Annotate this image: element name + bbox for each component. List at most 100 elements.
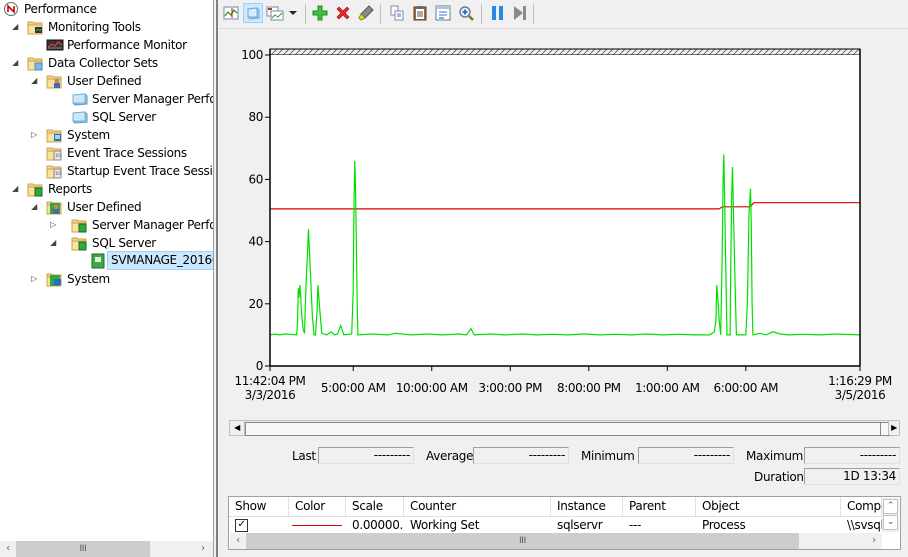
zoom-icon	[459, 6, 474, 21]
minimum-value: ---------	[638, 447, 734, 464]
x-tick-label: 10:00:00 AM	[396, 381, 468, 395]
toolbar-separator	[481, 4, 482, 24]
expand-arrow-icon[interactable]: ▷	[30, 270, 38, 288]
timeline-left-arrow-icon[interactable]: ◀	[230, 421, 245, 435]
reports-folder-icon	[27, 181, 43, 197]
monitoring-tools-folder-icon	[27, 19, 43, 35]
view-current-activity-button[interactable]	[221, 3, 241, 23]
legend-scroll-left-icon[interactable]: ‹	[230, 533, 246, 549]
column-header-instance[interactable]: Instance	[551, 497, 623, 516]
tree-item[interactable]: ◢ SQL Server	[0, 234, 213, 252]
properties-icon	[435, 5, 451, 21]
counter-legend[interactable]: Show Color Scale Counter Instance Parent…	[228, 496, 901, 550]
timeline-right-arrow-icon[interactable]: ▶	[888, 421, 899, 435]
tree-item[interactable]: 101 Startup Event Trace Sessions	[0, 162, 213, 180]
system-reports-icon	[46, 271, 62, 287]
row-computer: \\svsql	[847, 518, 882, 532]
collapse-arrow-icon[interactable]: ◢	[49, 234, 57, 252]
properties-button[interactable]	[433, 3, 453, 23]
column-header-counter[interactable]: Counter	[404, 497, 551, 516]
log-data-icon	[247, 7, 260, 20]
svg-text:101: 101	[55, 171, 62, 176]
average-value: ---------	[473, 447, 569, 464]
graph-type-dropdown-button[interactable]	[287, 3, 299, 23]
tree-item[interactable]: ◢ User Defined	[0, 72, 213, 90]
column-header-object[interactable]: Object	[696, 497, 841, 516]
tree-item[interactable]: Performance Monitor	[0, 36, 213, 54]
x-tick-label: 1:00:00 AM	[635, 381, 700, 395]
tree-item[interactable]: ◢ User Defined	[0, 198, 213, 216]
tree-item-label: Performance	[24, 2, 97, 16]
highlight-button[interactable]	[356, 3, 376, 23]
data-collector-set-icon	[71, 109, 88, 125]
x-tick-label: 1:16:29 PM	[828, 374, 892, 388]
zoom-button[interactable]	[456, 3, 476, 23]
expand-arrow-icon[interactable]: ▷	[30, 126, 38, 144]
collapse-arrow-icon[interactable]: ◢	[30, 72, 38, 90]
step-forward-icon	[514, 6, 526, 20]
expand-arrow-icon[interactable]: ▷	[49, 216, 57, 234]
column-header-show[interactable]: Show	[229, 497, 289, 516]
tree-item-label: Server Manager Performa	[92, 92, 213, 106]
column-header-parent[interactable]: Parent	[623, 497, 696, 516]
tree-item-label: Monitoring Tools	[48, 20, 141, 34]
show-checkbox[interactable]: ✓	[235, 517, 249, 533]
x-tick-date-label: 3/3/2016	[245, 388, 296, 402]
tree-item[interactable]: ◢ Data Collector Sets	[0, 54, 213, 72]
highlighter-icon	[358, 5, 374, 21]
legend-scroll-right-icon[interactable]: ›	[866, 533, 882, 549]
tree-item[interactable]: ▷ System	[0, 126, 213, 144]
legend-horizontal-scrollbar[interactable]: ‹ III ›	[230, 533, 882, 549]
tree-item[interactable]: ▷ System	[0, 270, 213, 288]
tree-item[interactable]: ◢ Monitoring Tools	[0, 18, 213, 36]
tree-item[interactable]: SQL Server	[0, 108, 213, 126]
minimum-label: Minimum	[581, 449, 635, 463]
legend-scroll-thumb[interactable]: III	[246, 533, 799, 549]
x-tick-date-label: 3/5/2016	[835, 388, 886, 402]
add-counter-button[interactable]	[310, 3, 330, 23]
legend-vertical-scrollbar[interactable]: ⌃ ⌄	[882, 498, 899, 532]
performance-monitor-icon	[46, 37, 64, 53]
tree-item[interactable]: SVMANAGE_20160303	[0, 251, 213, 270]
scroll-right-arrow-icon[interactable]: ›	[195, 541, 211, 557]
event-trace-folder-icon: 101	[46, 163, 63, 179]
duration-value: 1D 13:34	[804, 468, 900, 485]
timeline-range[interactable]	[253, 422, 880, 436]
delete-counter-button[interactable]	[333, 3, 353, 23]
tree-item[interactable]: Performance	[0, 0, 213, 18]
change-graph-type-button[interactable]	[265, 3, 285, 23]
tree-item-label: SVMANAGE_20160303	[107, 251, 213, 270]
scroll-left-arrow-icon[interactable]: ‹	[0, 541, 16, 557]
column-header-scale[interactable]: Scale	[346, 497, 404, 516]
column-header-color[interactable]: Color	[289, 497, 346, 516]
navigation-tree[interactable]: Performance ◢ Monitoring Tools Performance …	[0, 0, 213, 541]
tree-item[interactable]: ▷ Server Manager Performa	[0, 216, 213, 234]
freeze-display-button[interactable]	[487, 3, 507, 23]
performance-graph[interactable]: 0 20 40 60 80 100 11:42:04 PM 3/3/2016 5:00:00 …	[219, 29, 908, 437]
x-tick-label: 3:00:00 PM	[478, 381, 542, 395]
report-folder-icon	[71, 235, 87, 251]
collapse-arrow-icon[interactable]: ◢	[30, 198, 38, 216]
report-folder-icon	[71, 217, 87, 233]
scroll-up-arrow-icon[interactable]: ⌃	[883, 499, 898, 514]
column-header-computer[interactable]: Compu	[841, 497, 882, 516]
tree-item[interactable]: 101 Event Trace Sessions	[0, 144, 213, 162]
tree-item[interactable]: ◢ Reports	[0, 180, 213, 198]
tree-horizontal-scrollbar[interactable]: ‹ III ›	[0, 541, 213, 557]
scroll-down-arrow-icon[interactable]: ⌄	[883, 515, 898, 530]
copy-icon	[390, 5, 404, 21]
collapse-arrow-icon[interactable]: ◢	[11, 180, 19, 198]
color-swatch	[292, 525, 342, 526]
collapse-arrow-icon[interactable]: ◢	[11, 18, 19, 36]
collapse-arrow-icon[interactable]: ◢	[11, 54, 19, 72]
tree-item[interactable]: Server Manager Performa	[0, 90, 213, 108]
view-log-data-button[interactable]	[243, 3, 263, 23]
update-data-button[interactable]	[510, 3, 530, 23]
row-instance: sqlservr	[557, 518, 603, 532]
tree-item-label: Startup Event Trace Sessions	[67, 164, 213, 178]
copy-properties-button[interactable]	[387, 3, 407, 23]
paste-counter-list-button[interactable]	[410, 3, 430, 23]
tree-item-label: User Defined	[67, 74, 142, 88]
tree-scroll-thumb[interactable]: III	[16, 541, 150, 557]
timeline-scrollbar[interactable]: ◀ ▶	[229, 420, 900, 436]
